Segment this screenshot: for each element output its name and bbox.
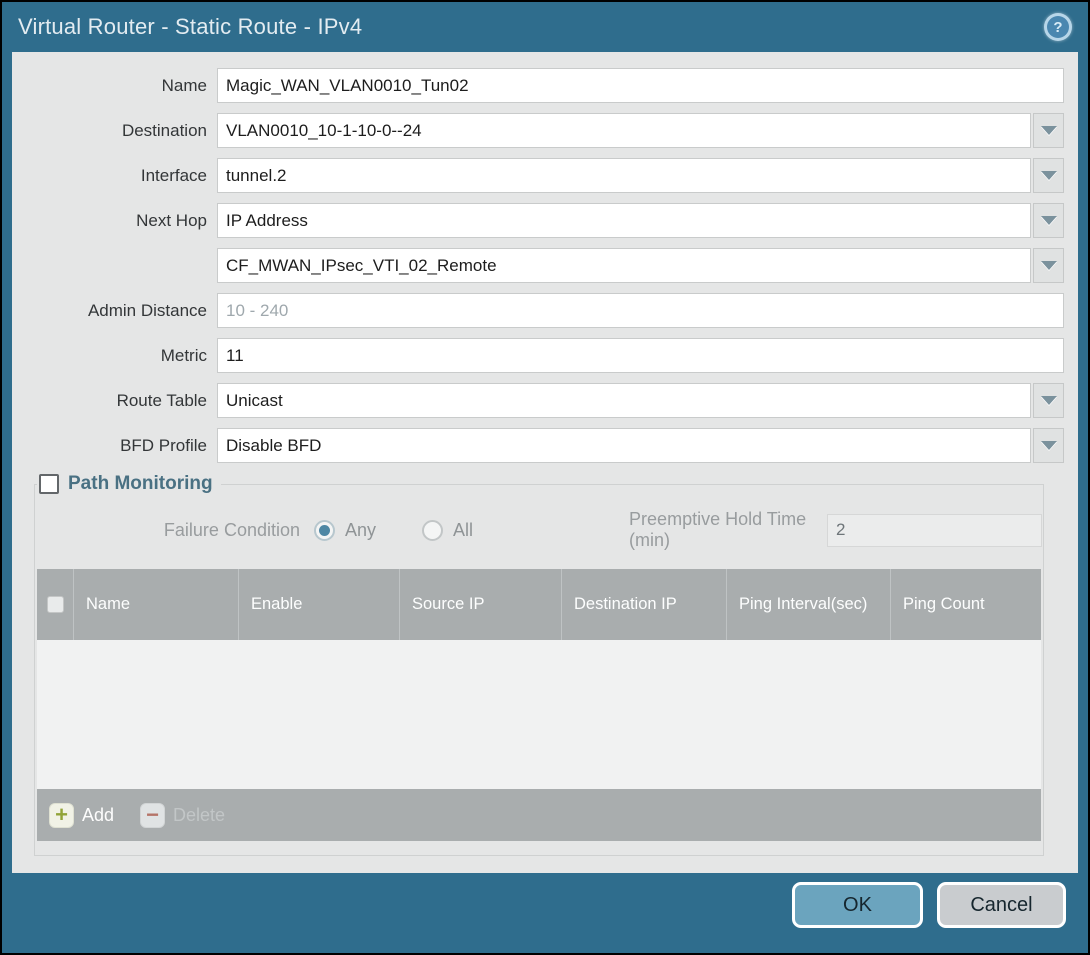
destination-label: Destination — [12, 121, 217, 141]
path-monitoring-table: Name Enable Source IP Destination IP Pin… — [37, 569, 1041, 841]
radio-any[interactable] — [314, 520, 335, 541]
next-hop-address-dropdown-button[interactable] — [1033, 248, 1064, 283]
name-input[interactable] — [217, 68, 1064, 103]
bfd-profile-dropdown-button[interactable] — [1033, 428, 1064, 463]
route-table-label: Route Table — [12, 391, 217, 411]
help-icon-glyph: ? — [1047, 16, 1069, 38]
chevron-down-icon — [1041, 261, 1057, 270]
preemptive-hold-input[interactable] — [827, 514, 1042, 547]
form-row-next-hop: Next Hop — [12, 203, 1064, 238]
form-row-name: Name — [12, 68, 1064, 103]
route-table-select[interactable] — [217, 383, 1031, 418]
add-button[interactable]: + Add — [49, 803, 114, 828]
add-button-label: Add — [82, 805, 114, 826]
chevron-down-icon — [1041, 441, 1057, 450]
next-hop-label: Next Hop — [12, 211, 217, 231]
ok-button[interactable]: OK — [792, 882, 923, 928]
column-header-source-ip: Source IP — [400, 569, 562, 640]
column-header-destination-ip: Destination IP — [562, 569, 727, 640]
chevron-down-icon — [1041, 171, 1057, 180]
minus-icon: − — [140, 803, 165, 828]
radio-all[interactable] — [422, 520, 443, 541]
next-hop-select[interactable] — [217, 203, 1031, 238]
radio-any-label: Any — [345, 520, 376, 541]
table-header-checkbox-cell — [37, 569, 74, 640]
chevron-down-icon — [1041, 396, 1057, 405]
dialog-frame: Virtual Router - Static Route - IPv4 ? N… — [2, 2, 1088, 953]
interface-label: Interface — [12, 166, 217, 186]
form-row-interface: Interface — [12, 158, 1064, 193]
path-monitoring-title: Path Monitoring — [68, 473, 213, 495]
form-row-bfd-profile: BFD Profile — [12, 428, 1064, 463]
dialog-footer: OK Cancel — [2, 873, 1088, 953]
delete-button-label: Delete — [173, 805, 225, 826]
path-monitoring-section: Path Monitoring Failure Condition Any Al… — [34, 473, 1044, 856]
metric-label: Metric — [12, 346, 217, 366]
help-icon[interactable]: ? — [1044, 13, 1072, 41]
admin-distance-label: Admin Distance — [12, 301, 217, 321]
radio-all-label: All — [453, 520, 473, 541]
column-header-ping-count: Ping Count — [891, 569, 1041, 640]
cancel-button[interactable]: Cancel — [937, 882, 1066, 928]
dialog-screen: Virtual Router - Static Route - IPv4 ? N… — [0, 0, 1090, 955]
table-body-empty — [37, 640, 1041, 789]
form-row-destination: Destination — [12, 113, 1064, 148]
preemptive-hold-label: Preemptive Hold Time (min) — [629, 509, 827, 551]
path-monitoring-checkbox[interactable] — [39, 474, 59, 494]
route-table-dropdown-button[interactable] — [1033, 383, 1064, 418]
path-monitoring-legend: Path Monitoring — [37, 473, 221, 495]
form-row-admin-distance: Admin Distance — [12, 293, 1064, 328]
interface-input[interactable] — [217, 158, 1031, 193]
form-row-route-table: Route Table — [12, 383, 1064, 418]
failure-condition-row: Failure Condition Any All Preemptive Hol… — [36, 509, 1042, 551]
dialog-title: Virtual Router - Static Route - IPv4 — [18, 14, 362, 40]
destination-input[interactable] — [217, 113, 1031, 148]
interface-dropdown-button[interactable] — [1033, 158, 1064, 193]
dialog-body: Name Destination Interface — [12, 52, 1078, 873]
next-hop-dropdown-button[interactable] — [1033, 203, 1064, 238]
failure-condition-label: Failure Condition — [36, 520, 314, 541]
next-hop-address-input[interactable] — [217, 248, 1031, 283]
destination-dropdown-button[interactable] — [1033, 113, 1064, 148]
column-header-ping-interval: Ping Interval(sec) — [727, 569, 891, 640]
table-header-row: Name Enable Source IP Destination IP Pin… — [37, 569, 1041, 640]
metric-input[interactable] — [217, 338, 1064, 373]
bfd-profile-select[interactable] — [217, 428, 1031, 463]
delete-button[interactable]: − Delete — [140, 803, 225, 828]
form-row-metric: Metric — [12, 338, 1064, 373]
admin-distance-input[interactable] — [217, 293, 1064, 328]
failure-condition-radio-group: Any All — [314, 520, 509, 541]
form-row-next-hop-address — [12, 248, 1064, 283]
select-all-checkbox[interactable] — [47, 596, 64, 613]
dialog-titlebar: Virtual Router - Static Route - IPv4 ? — [2, 2, 1088, 52]
plus-icon: + — [49, 803, 74, 828]
chevron-down-icon — [1041, 216, 1057, 225]
chevron-down-icon — [1041, 126, 1057, 135]
name-label: Name — [12, 76, 217, 96]
column-header-name: Name — [74, 569, 239, 640]
bfd-profile-label: BFD Profile — [12, 436, 217, 456]
column-header-enable: Enable — [239, 569, 400, 640]
table-footer: + Add − Delete — [37, 789, 1041, 841]
